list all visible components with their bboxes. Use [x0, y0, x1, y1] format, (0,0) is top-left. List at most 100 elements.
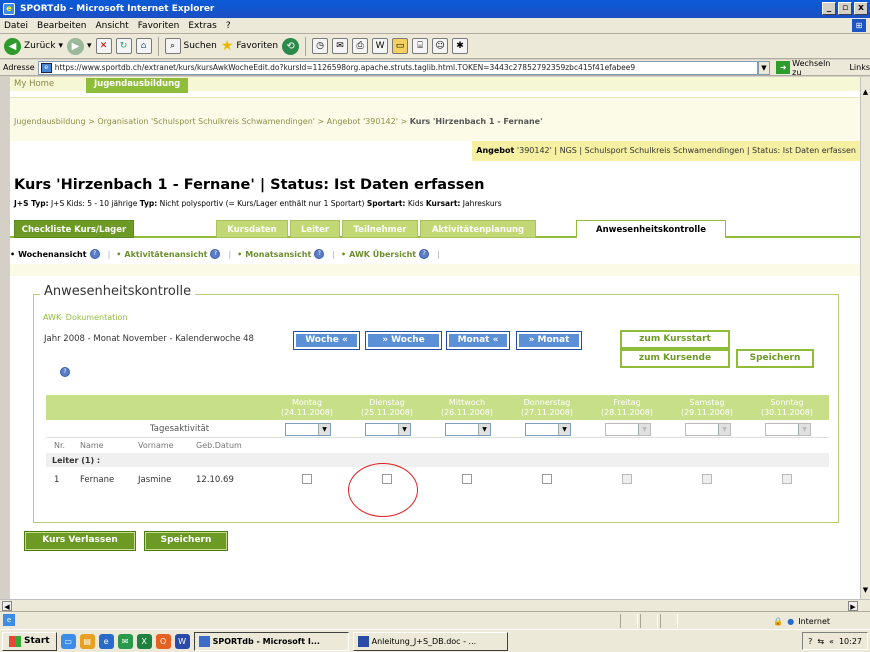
tab-anwesenheitskontrolle[interactable]: Anwesenheitskontrolle [576, 220, 726, 239]
favorites-button[interactable]: ★ Favoriten [221, 38, 278, 54]
chevron-down-icon: ▼ [638, 424, 650, 435]
quicklaunch-app-icon[interactable]: ✉ [117, 633, 133, 649]
minimize-button[interactable]: _ [822, 2, 836, 15]
menu-extras[interactable]: Extras [188, 21, 216, 31]
address-dropdown-button[interactable]: ▼ [757, 60, 771, 75]
quicklaunch-excel-icon[interactable]: X [136, 633, 152, 649]
stop-icon[interactable]: ✕ [95, 38, 112, 54]
activity-select-donnerstag[interactable]: ▼ [525, 423, 571, 436]
security-zone: 🔒 ● Internet [773, 616, 830, 626]
maximize-button[interactable]: ▫ [838, 2, 852, 15]
menu-datei[interactable]: Datei [4, 21, 28, 31]
task-sportdb[interactable]: SPORTdb - Microsoft I... [193, 631, 349, 651]
home-icon[interactable]: ⌂ [135, 38, 152, 54]
task-anleitung[interactable]: Anleitung_J+S_DB.doc - ... [352, 631, 508, 651]
woche-next-button[interactable]: » Woche [365, 331, 442, 350]
back-button[interactable]: ◀ Zurück ▾ [4, 37, 63, 55]
speichern-top-button[interactable]: Speichern [736, 349, 814, 368]
start-button[interactable]: Start [2, 631, 57, 651]
folder-icon[interactable]: ▭ [392, 38, 409, 54]
column-header-row: Nr. Name Vorname Geb.Datum [54, 441, 242, 450]
scroll-left-icon[interactable]: ◀ [2, 601, 12, 611]
speichern-bottom-button[interactable]: Speichern [144, 531, 228, 551]
scroll-down-icon[interactable]: ▼ [861, 585, 870, 595]
breadcrumb-path[interactable]: Jugendausbildung > Organisation 'Schulsp… [14, 117, 410, 126]
refresh-icon[interactable]: ↻ [115, 38, 132, 54]
day-header-freitag: Freitag (28.11.2008) [600, 398, 654, 417]
address-input[interactable]: e https://www.sportdb.ch/extranet/kurs/k… [37, 60, 758, 75]
activity-select-montag[interactable]: ▼ [285, 423, 331, 436]
tray-expand-icon[interactable]: « [829, 637, 834, 646]
tab-teilnehmer[interactable]: Teilnehmer [342, 220, 418, 238]
quicklaunch-word-icon[interactable]: W [174, 633, 190, 649]
menu-help[interactable]: ? [226, 21, 231, 31]
angebot-label: Angebot [476, 146, 515, 155]
attendance-checkbox-mittwoch[interactable] [462, 474, 472, 484]
research-icon[interactable]: ⌸ [412, 38, 429, 54]
quicklaunch-outlook-icon[interactable]: O [155, 633, 171, 649]
subtab-aktivitaetenansicht[interactable]: • Aktivitätenansicht? [116, 249, 228, 259]
tab-aktivitaetenplanung[interactable]: Aktivitätenplanung [420, 220, 536, 238]
activity-select-sonntag: ▼ [765, 423, 811, 436]
star-icon: ★ [220, 38, 234, 54]
messenger-icon[interactable]: ☺ [432, 38, 449, 54]
day-header-dienstag: Dienstag (25.11.2008) [360, 398, 414, 417]
attendance-checkbox-donnerstag[interactable] [542, 474, 552, 484]
quicklaunch-desktop-icon[interactable]: ▭ [60, 633, 76, 649]
help-icon[interactable]: ? [60, 367, 70, 377]
word-task-icon [357, 635, 369, 647]
tab-kursdaten[interactable]: Kursdaten [216, 220, 288, 238]
attendance-checkbox-montag[interactable] [302, 474, 312, 484]
vertical-scrollbar[interactable]: ▲ ▼ [860, 77, 870, 599]
window-controls: _ ▫ x [822, 2, 868, 15]
network-icon[interactable]: ⇆ [817, 637, 824, 646]
menu-ansicht[interactable]: Ansicht [95, 21, 128, 31]
kursstart-button[interactable]: zum Kursstart [620, 330, 730, 349]
monat-prev-button[interactable]: Monat « [446, 331, 510, 350]
forward-button[interactable]: ▶ ▾ [66, 37, 92, 55]
tools-icon[interactable]: ✱ [452, 38, 469, 54]
media-icon[interactable]: ⟲ [282, 37, 300, 55]
activity-select-mittwoch[interactable]: ▼ [445, 423, 491, 436]
breadcrumb-current: Kurs 'Hirzenbach 1 - Fernane' [409, 117, 543, 126]
kurs-verlassen-button[interactable]: Kurs Verlassen [24, 531, 136, 551]
back-arrow-icon: ◀ [4, 37, 21, 55]
awk-documentation-link[interactable]: AWK- Dokumentation [43, 313, 127, 322]
horizontal-scrollbar[interactable]: ◀ ▶ [0, 599, 870, 611]
forward-arrow-icon: ▶ [66, 37, 84, 55]
search-button[interactable]: ⌕ Suchen [164, 38, 217, 54]
tab-leiter[interactable]: Leiter [290, 220, 340, 238]
angebot-banner: Angebot '390142' | NGS | Schulsport Schu… [472, 141, 860, 161]
quicklaunch-explorer-icon[interactable]: ▤ [79, 633, 95, 649]
go-button[interactable]: ➜ Wechseln zu [776, 59, 841, 77]
links-label[interactable]: Links [849, 63, 870, 72]
day-header-samstag: Samstag (29.11.2008) [680, 398, 734, 417]
scroll-up-icon[interactable]: ▲ [861, 87, 870, 97]
menu-bearbeiten[interactable]: Bearbeiten [37, 21, 86, 31]
history-icon[interactable]: ◷ [312, 38, 329, 54]
quicklaunch-ie-icon[interactable]: e [98, 633, 114, 649]
mail-icon[interactable]: ✉ [332, 38, 349, 54]
day-header-mittwoch: Mittwoch (26.11.2008) [440, 398, 494, 417]
chevron-down-icon: ▼ [798, 424, 810, 435]
scroll-right-icon[interactable]: ▶ [848, 601, 858, 611]
edit-icon[interactable]: W [372, 38, 389, 54]
subtab-awk-uebersicht[interactable]: • AWK Übersicht? [341, 249, 437, 259]
help-tray-icon[interactable]: ? [808, 637, 812, 646]
tab-checkliste[interactable]: Checkliste Kurs/Lager [14, 220, 134, 238]
monat-next-button[interactable]: » Monat [516, 331, 582, 350]
menu-favoriten[interactable]: Favoriten [138, 21, 180, 31]
nav-jugendausbildung-tab[interactable]: Jugendausbildung [86, 78, 189, 93]
woche-prev-button[interactable]: Woche « [293, 331, 360, 350]
taskbar: Start ▭ ▤ e ✉ X O W SPORTdb - Microsoft … [0, 629, 870, 652]
chevron-down-icon: ▼ [318, 424, 330, 435]
nav-home-link[interactable]: My Home [10, 79, 64, 89]
print-icon[interactable]: ⎙ [352, 38, 369, 54]
chevron-down-icon: ▼ [718, 424, 730, 435]
close-button[interactable]: x [854, 2, 868, 15]
kursende-button[interactable]: zum Kursende [620, 349, 730, 368]
activity-select-dienstag[interactable]: ▼ [365, 423, 411, 436]
subtab-wochenansicht[interactable]: • Wochenansicht? [10, 249, 108, 259]
page-content: My Home Jugendausbildung Jugendausbildun… [10, 77, 860, 599]
subtab-monatsansicht[interactable]: • Monatsansicht? [237, 249, 332, 259]
